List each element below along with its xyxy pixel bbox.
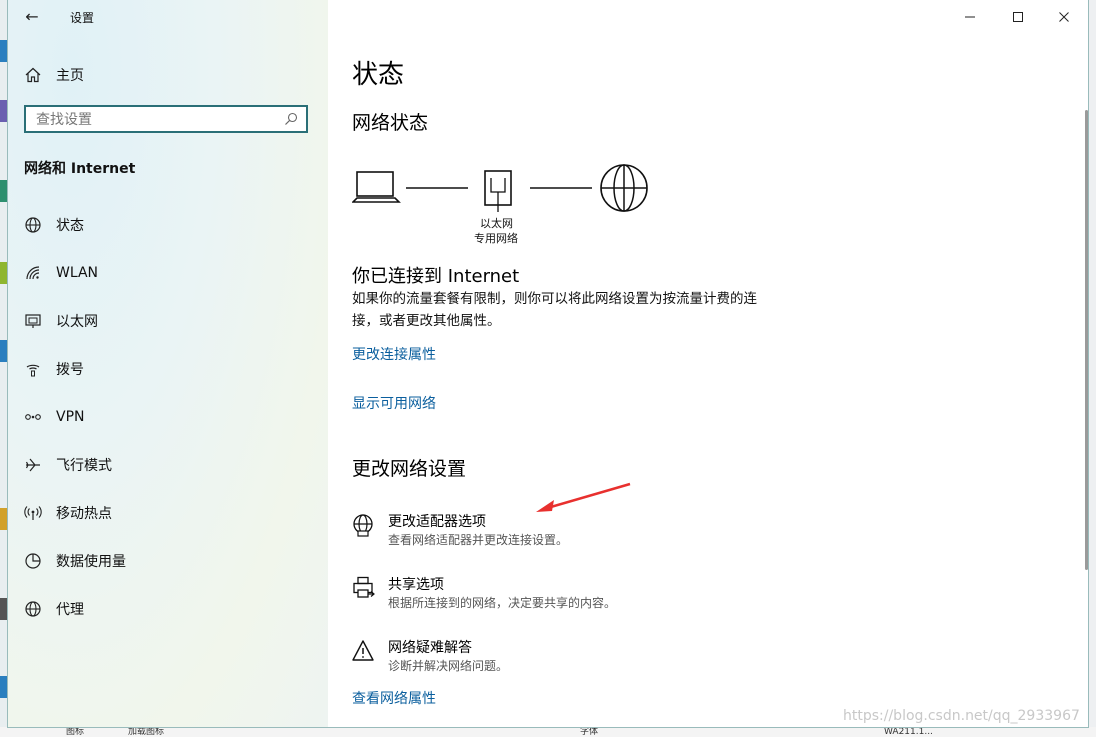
sidebar-item-label: 代理 — [56, 602, 84, 618]
desktop-right-strip — [1088, 0, 1096, 737]
sidebar-item-label: 飞行模式 — [56, 458, 112, 474]
sidebar-item-dialup[interactable]: 拨号 — [24, 355, 314, 383]
page-title: 状态 — [352, 60, 405, 90]
proxy-icon — [25, 601, 41, 617]
sidebar-item-label: 移动热点 — [56, 506, 112, 522]
annotation-arrow — [536, 482, 631, 512]
network-type-label: 专用网络 — [474, 232, 518, 245]
ethernet-adapter-icon — [484, 170, 512, 212]
sidebar-item-label: 状态 — [56, 218, 84, 234]
desktop-label: WA211.1... — [884, 727, 933, 737]
ethernet-icon — [25, 314, 41, 328]
sidebar-item-proxy[interactable]: 代理 — [24, 595, 314, 623]
sidebar-item-data-usage[interactable]: 数据使用量 — [24, 547, 314, 575]
search-input[interactable] — [36, 111, 276, 129]
vpn-icon — [25, 414, 41, 420]
back-button[interactable]: ← — [22, 8, 42, 26]
option-desc: 诊断并解决网络问题。 — [388, 659, 509, 673]
show-available-networks-link[interactable]: 显示可用网络 — [352, 393, 436, 413]
watermark: https://blog.csdn.net/qq_2933967 — [843, 708, 1080, 724]
search-box[interactable] — [24, 105, 308, 133]
desktop-label: 字体 — [580, 727, 599, 737]
sidebar-item-wlan[interactable]: WLAN — [24, 259, 314, 287]
sidebar-item-ethernet[interactable]: 以太网 — [24, 307, 314, 335]
option-title: 网络疑难解答 — [388, 640, 472, 656]
sidebar-section-title: 网络和 Internet — [24, 161, 136, 177]
back-arrow-icon: ← — [25, 7, 39, 26]
adapter-label: 以太网 — [480, 217, 513, 230]
home-icon — [25, 67, 41, 83]
laptop-icon — [352, 171, 401, 203]
sharing-printer-icon — [353, 576, 375, 598]
internet-globe-icon — [600, 164, 648, 212]
airplane-icon — [25, 458, 40, 472]
sidebar-item-label: 主页 — [56, 68, 84, 84]
connection-status-title: 你已连接到 Internet — [352, 266, 520, 287]
sidebar-item-hotspot[interactable]: 移动热点 — [24, 499, 314, 527]
view-network-properties-link[interactable]: 查看网络属性 — [352, 688, 436, 708]
sidebar-item-label: 数据使用量 — [56, 554, 126, 570]
connection-status-desc: 如果你的流量套餐有限制，则你可以将此网络设置为按流量计费的连接，或者更改其他属性… — [352, 291, 757, 329]
main-content: 状态 网络状态 以太网 专用网络 你已连接到 Internet 如果你的流量套餐… — [352, 0, 1072, 727]
desktop-left-strip — [0, 0, 8, 737]
sidebar: ← 设置 主页 网络和 Internet 状态 — [8, 0, 328, 727]
desktop-label: 图标 — [66, 727, 85, 737]
option-troubleshoot[interactable]: 网络疑难解答 诊断并解决网络问题。 — [352, 637, 772, 677]
scrollbar[interactable] — [1085, 110, 1088, 570]
option-title: 共享选项 — [388, 577, 444, 593]
sidebar-item-airplane[interactable]: 飞行模式 — [24, 451, 314, 479]
warning-icon — [352, 640, 374, 661]
option-desc: 根据所连接到的网络，决定要共享的内容。 — [388, 596, 617, 610]
desktop-label: 加载图标 — [128, 727, 165, 737]
option-title: 更改适配器选项 — [388, 514, 486, 530]
sidebar-item-label: WLAN — [56, 265, 99, 281]
desktop-bottom-strip: 图标 加载图标 字体 WA211.1... — [0, 727, 1096, 737]
network-status-heading: 网络状态 — [352, 112, 429, 134]
sidebar-item-label: 以太网 — [56, 314, 98, 330]
dialup-icon — [26, 364, 40, 377]
settings-window: ← 设置 主页 网络和 Internet 状态 — [8, 0, 1088, 727]
globe-icon — [25, 217, 41, 233]
data-usage-icon — [25, 553, 41, 569]
option-sharing[interactable]: 共享选项 根据所连接到的网络，决定要共享的内容。 — [352, 574, 772, 614]
sidebar-item-vpn[interactable]: VPN — [24, 403, 314, 431]
sidebar-item-status[interactable]: 状态 — [24, 211, 314, 239]
sidebar-item-home[interactable]: 主页 — [24, 62, 314, 88]
sidebar-item-label: 拨号 — [56, 362, 84, 378]
option-desc: 查看网络适配器并更改连接设置。 — [388, 533, 569, 547]
search-icon — [285, 112, 298, 125]
hotspot-icon — [24, 506, 42, 520]
adapter-globe-icon — [353, 514, 373, 537]
change-connection-properties-link[interactable]: 更改连接属性 — [352, 344, 436, 364]
app-title: 设置 — [70, 11, 95, 25]
wifi-icon — [26, 266, 40, 280]
sidebar-item-label: VPN — [56, 409, 85, 425]
change-network-settings-heading: 更改网络设置 — [352, 458, 467, 480]
